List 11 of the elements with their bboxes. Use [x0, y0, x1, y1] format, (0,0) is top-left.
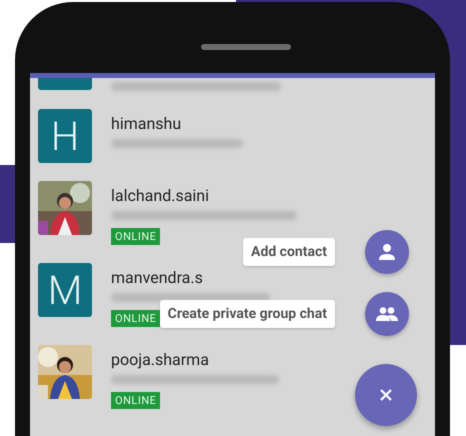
contact-name[interactable]: lalchand.saini: [111, 186, 297, 205]
online-badge: ONLINE: [111, 310, 160, 327]
online-badge: ONLINE: [111, 228, 160, 245]
online-badge: ONLINE: [111, 392, 160, 409]
avatar: M: [38, 263, 92, 317]
action-label[interactable]: Add contact: [243, 238, 335, 266]
action-label[interactable]: Create private group chat: [160, 300, 335, 328]
contact-name[interactable]: pooja.sharma: [111, 350, 279, 369]
contact-name[interactable]: himanshu: [111, 114, 243, 133]
avatar: H: [38, 109, 92, 163]
contact-name[interactable]: manvendra.s: [111, 268, 270, 287]
